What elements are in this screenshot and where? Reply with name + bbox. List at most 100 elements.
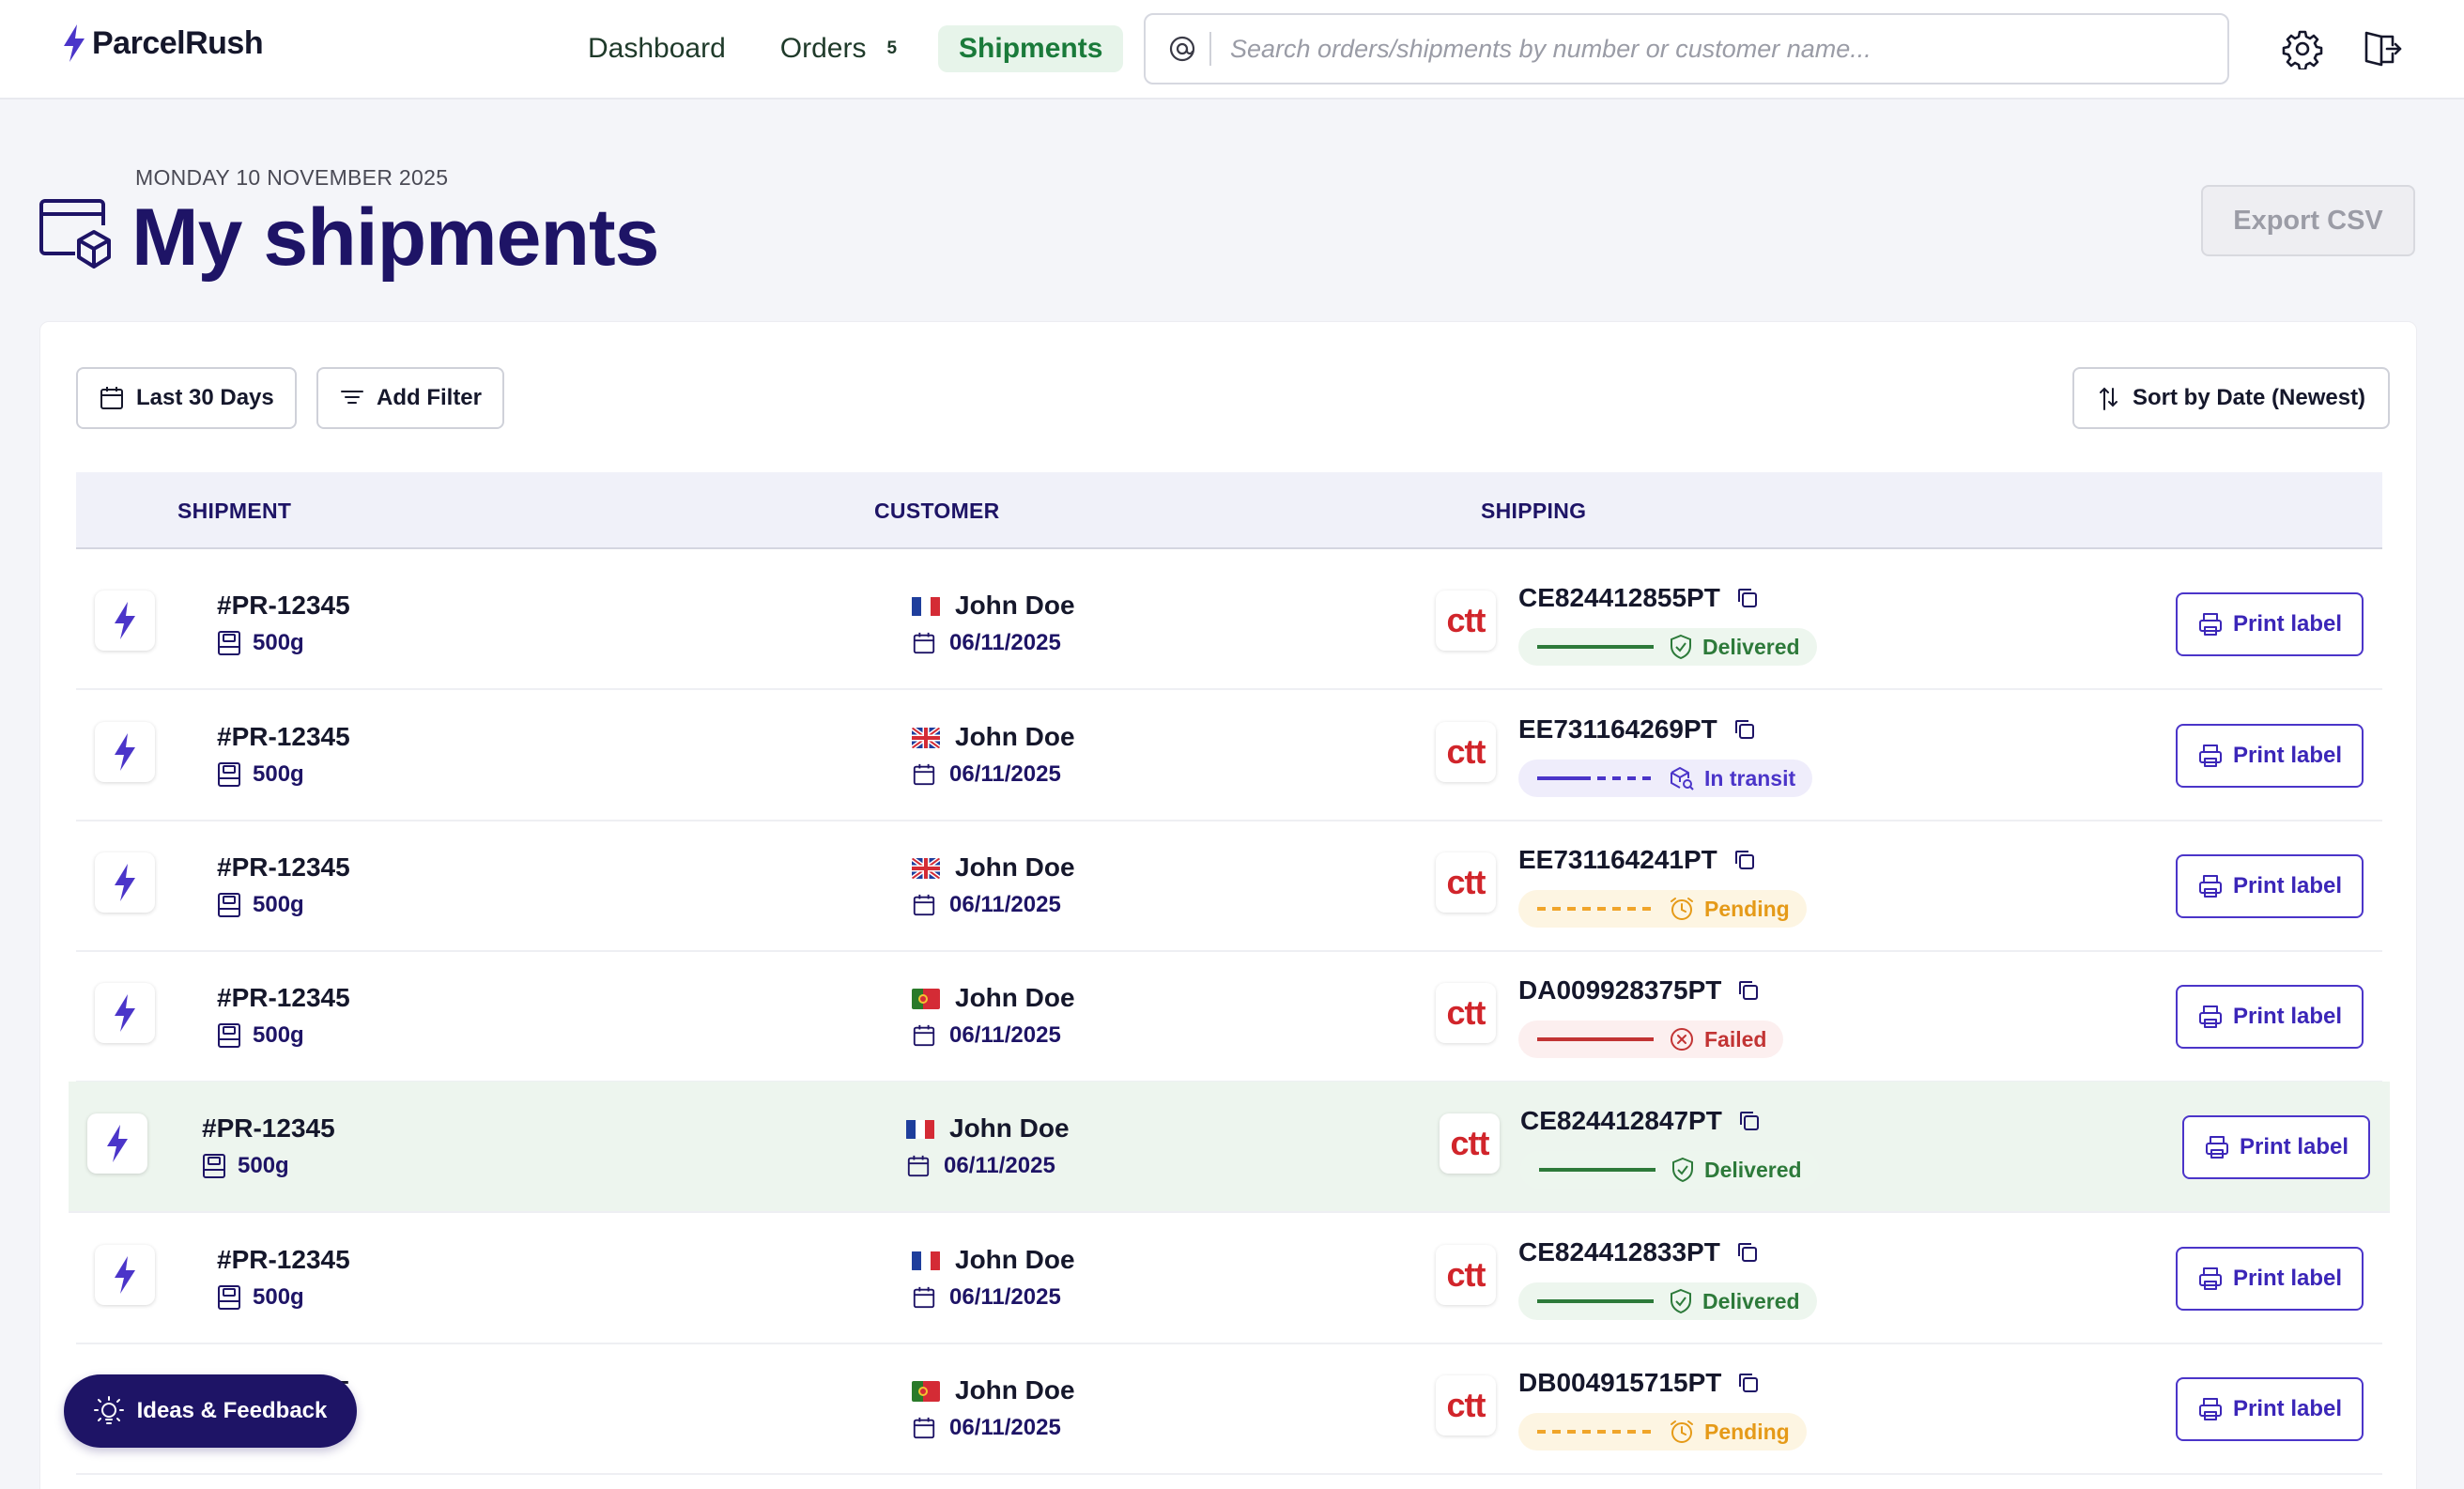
print-label-button[interactable]: Print label: [2176, 854, 2364, 918]
at-search-icon: [1166, 33, 1198, 65]
date-value: 06/11/2025: [944, 1153, 1055, 1178]
print-label-button[interactable]: Print label: [2176, 592, 2364, 656]
shipment-type-badge: [95, 852, 155, 913]
customer-name[interactable]: John Doe: [955, 983, 1075, 1013]
shipment-id[interactable]: #PR-12345: [217, 591, 350, 621]
copy-icon[interactable]: [1736, 1371, 1761, 1395]
tracking-value[interactable]: DA009928375PT: [1518, 975, 1721, 1005]
nav-orders[interactable]: Orders 5: [767, 25, 910, 72]
table-row[interactable]: #PR-12345 500g John Doe 06/11/2025 ctt CE8244…: [76, 1213, 2382, 1344]
column-header-shipment[interactable]: SHIPMENT: [177, 499, 291, 524]
customer-name[interactable]: John Doe: [955, 852, 1075, 883]
shipment-weight: 500g: [217, 761, 304, 788]
nav-dashboard-label: Dashboard: [588, 33, 726, 64]
weight-value: 500g: [253, 892, 304, 917]
shipment-id[interactable]: #PR-12345: [202, 1113, 335, 1144]
shipment-weight: 500g: [217, 630, 304, 656]
add-filter-label: Add Filter: [377, 385, 482, 410]
top-navigation-bar: ParcelRush Dashboard Orders 5 Shipments: [0, 0, 2464, 100]
country-flag-icon: [912, 728, 940, 748]
copy-icon[interactable]: [1737, 1109, 1762, 1133]
copy-icon: [1737, 1243, 1757, 1262]
lightning-bolt-icon: [115, 994, 135, 1032]
calendar-icon: [913, 763, 935, 786]
tracking-value[interactable]: DB004915715PT: [1518, 1368, 1721, 1398]
nav-dashboard[interactable]: Dashboard: [575, 25, 739, 72]
table-row[interactable]: #PR-12345 500g John Doe 06/11/2025 ctt CE8244…: [69, 1082, 2390, 1213]
table-row[interactable]: #PR-12345 500g John Doe 06/11/2025 ctt EE7311…: [76, 690, 2382, 821]
shipment-id[interactable]: #PR-12345: [217, 722, 350, 752]
sort-button[interactable]: Sort by Date (Newest): [2072, 367, 2391, 429]
tracking-value[interactable]: EE731164269PT: [1518, 714, 1717, 744]
date-value: 06/11/2025: [949, 761, 1061, 787]
table-row[interactable]: #PR-12345 500g John Doe 06/11/2025 ctt EE7311…: [76, 821, 2382, 952]
export-csv-button[interactable]: Export CSV: [2201, 185, 2415, 256]
country-flag-icon: [912, 1381, 940, 1402]
customer-name[interactable]: John Doe: [949, 1113, 1070, 1144]
print-label-button[interactable]: Print label: [2176, 985, 2364, 1049]
shipment-type-badge: [95, 591, 155, 651]
shipment-type-badge: [87, 1113, 147, 1174]
lightning-bolt-icon: [115, 733, 135, 771]
printer-icon: [2198, 1267, 2222, 1290]
date-value: 06/11/2025: [949, 630, 1061, 655]
copy-icon[interactable]: [1732, 848, 1757, 872]
print-label-text: Print label: [2232, 1266, 2343, 1291]
weight-value: 500g: [253, 761, 304, 787]
print-label-text: Print label: [2232, 743, 2343, 768]
carrier-logo: ctt: [1436, 1245, 1496, 1305]
status-label: Pending: [1704, 896, 1790, 921]
date-value: 06/11/2025: [949, 892, 1061, 917]
tracking-number: DB004915715PT: [1518, 1368, 1761, 1398]
date-range-button[interactable]: Last 30 Days: [76, 367, 297, 429]
calendar-icon: [913, 1286, 935, 1309]
print-label-button[interactable]: Print label: [2176, 1247, 2364, 1311]
print-label-button[interactable]: Print label: [2176, 1377, 2364, 1441]
search-input[interactable]: [1230, 34, 2169, 64]
tracking-number: CE824412855PT: [1518, 583, 1760, 613]
feedback-label: Ideas & Feedback: [136, 1398, 328, 1423]
table-row[interactable]: #PR-12345500gJohn Doe06/11/2025cttDB0049…: [76, 1343, 2382, 1475]
tracking-value[interactable]: CE824412847PT: [1520, 1106, 1722, 1136]
copy-icon[interactable]: [1736, 978, 1761, 1003]
nav-shipments[interactable]: Shipments: [938, 25, 1124, 72]
shipment-id[interactable]: #PR-12345: [217, 852, 350, 883]
customer-name[interactable]: John Doe: [955, 1245, 1075, 1275]
gear-icon[interactable]: [2280, 26, 2325, 71]
brand-logo[interactable]: ParcelRush: [62, 24, 264, 62]
lightning-bolt-icon: [107, 1125, 128, 1162]
shipment-date: 06/11/2025: [912, 630, 1061, 656]
shipment-id[interactable]: #PR-12345: [217, 1245, 350, 1275]
tracking-value[interactable]: CE824412855PT: [1518, 583, 1720, 613]
ideas-feedback-button[interactable]: Ideas & Feedback: [64, 1374, 357, 1448]
status-progress-track: [1537, 1037, 1654, 1041]
shipment-id[interactable]: #PR-12345: [217, 983, 350, 1013]
column-header-shipping[interactable]: SHIPPING: [1481, 499, 1586, 524]
table-row[interactable]: #PR-12345 500g John Doe 06/11/2025 ctt DA0099…: [76, 951, 2382, 1082]
table-row[interactable]: #PR-12345 500g John Doe 06/11/2025 ctt CE8244…: [76, 559, 2382, 690]
print-label-button[interactable]: Print label: [2176, 724, 2364, 788]
print-label-button[interactable]: Print label: [2182, 1115, 2370, 1179]
package-window-icon: [38, 197, 113, 277]
customer-name[interactable]: John Doe: [955, 1375, 1075, 1405]
copy-icon[interactable]: [1735, 1240, 1760, 1265]
status-badge: Delivered: [1518, 628, 1817, 666]
copy-icon[interactable]: [1732, 717, 1757, 742]
carrier-logo: ctt: [1436, 852, 1496, 913]
printer-icon: [2198, 613, 2222, 636]
tracking-value[interactable]: CE824412833PT: [1518, 1237, 1720, 1267]
column-header-customer[interactable]: CUSTOMER: [874, 499, 1000, 524]
customer-name[interactable]: John Doe: [955, 591, 1075, 621]
page-title: My shipments: [131, 192, 659, 283]
customer-name[interactable]: John Doe: [955, 722, 1075, 752]
logout-door-icon[interactable]: [2359, 26, 2404, 71]
tracking-number: DA009928375PT: [1518, 975, 1761, 1005]
orders-count-badge: 5: [886, 38, 898, 58]
status-badge: Delivered: [1520, 1151, 1819, 1189]
printer-icon: [2198, 744, 2222, 767]
date-value: 06/11/2025: [949, 1022, 1061, 1048]
add-filter-button[interactable]: Add Filter: [316, 367, 504, 429]
carrier-logo: ctt: [1436, 591, 1496, 651]
copy-icon[interactable]: [1735, 586, 1760, 610]
tracking-value[interactable]: EE731164241PT: [1518, 845, 1717, 875]
